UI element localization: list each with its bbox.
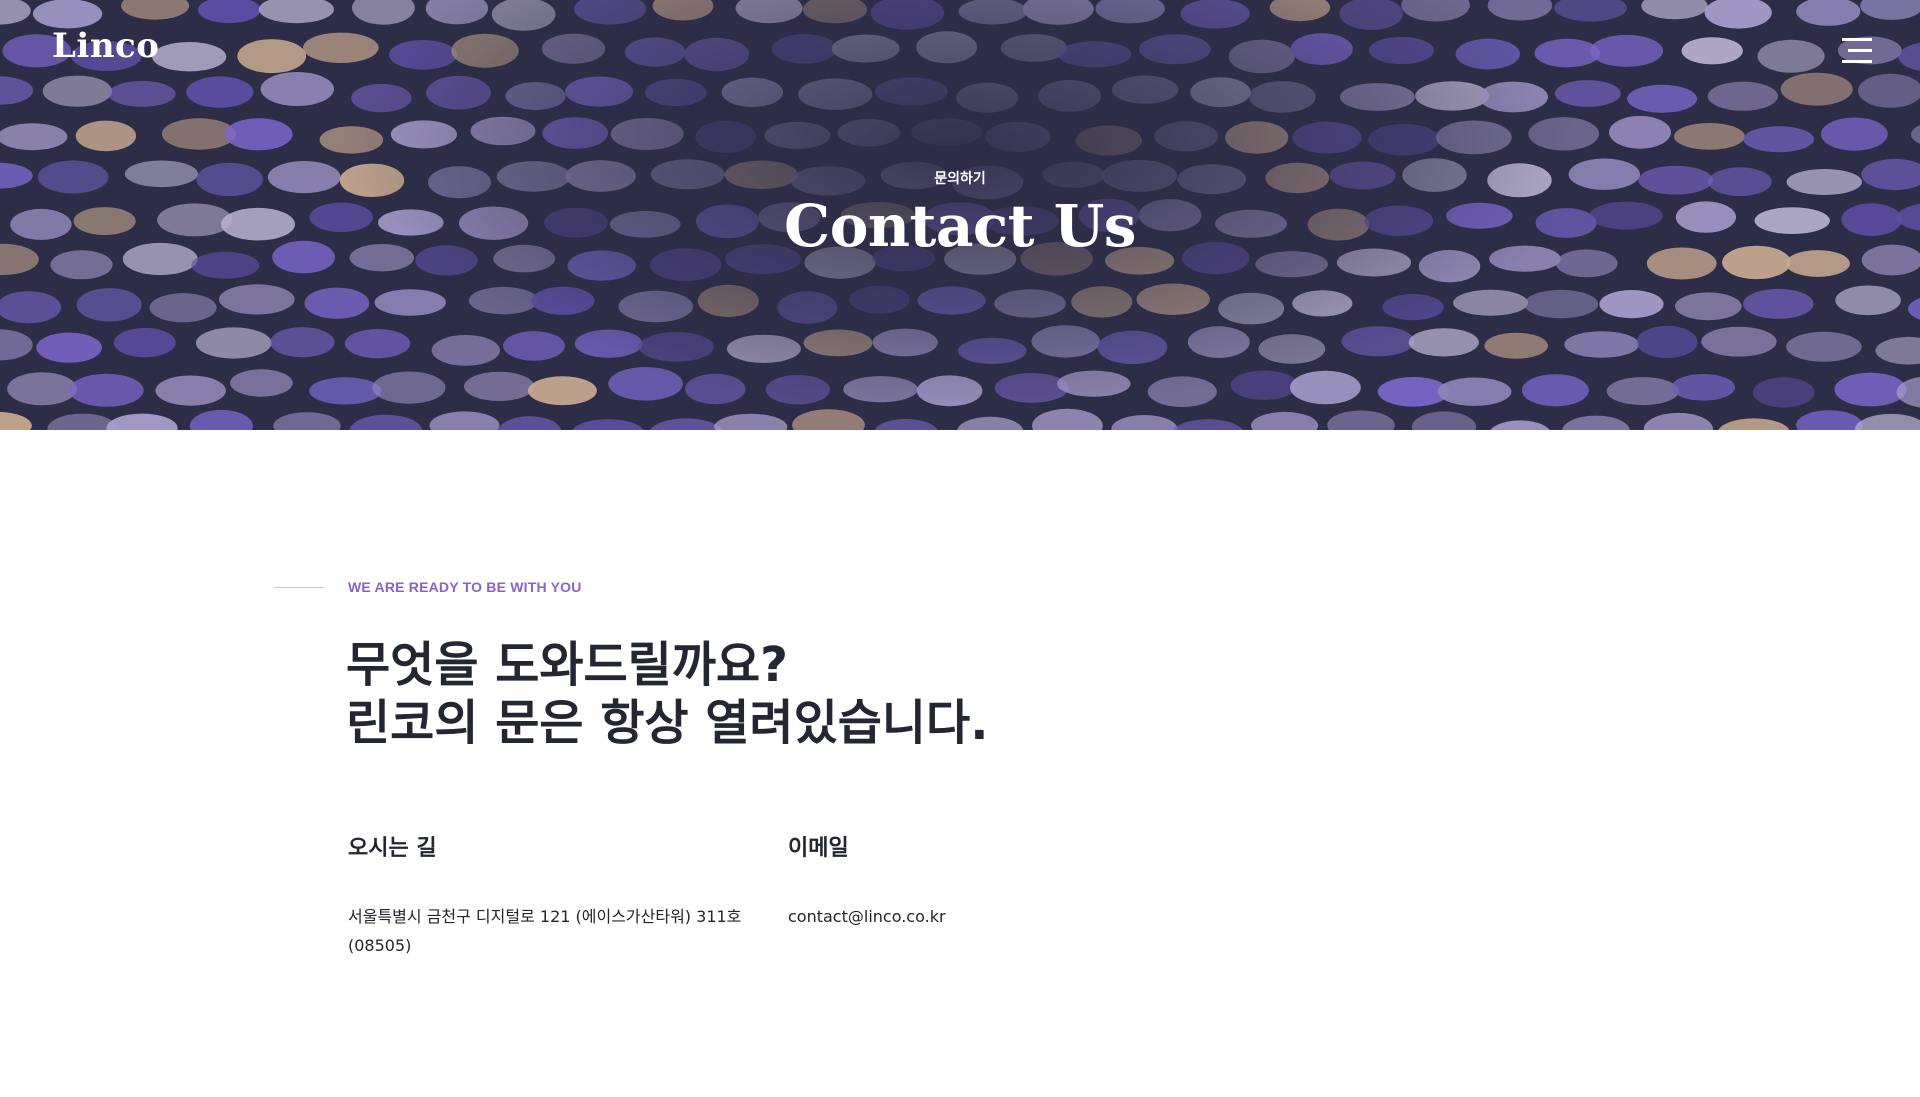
- site-logo[interactable]: Linco: [52, 26, 159, 66]
- email-text: contact@linco.co.kr: [788, 902, 1188, 931]
- address-postal-code: (08505): [348, 936, 412, 955]
- headline-line-1: 무엇을 도와드릴까요?: [346, 637, 788, 693]
- email-title: 이메일: [788, 836, 849, 861]
- address-line-1: 서울특별시 금천구 디지털로 121 (에이스가산타워) 311호: [348, 907, 742, 926]
- email-block: 이메일 contact@linco.co.kr: [788, 830, 1188, 931]
- email-link[interactable]: contact@linco.co.kr: [788, 907, 946, 926]
- section-eyebrow: WE ARE READY TO BE WITH YOU: [348, 579, 582, 595]
- address-block: 오시는 길 서울특별시 금천구 디지털로 121 (에이스가산타워) 311호 …: [348, 830, 748, 960]
- address-title: 오시는 길: [348, 836, 437, 861]
- page-title: Contact Us: [784, 192, 1136, 260]
- headline-line-2: 린코의 문은 항상 열려있습니다.: [346, 695, 989, 751]
- hero-banner: Linco 문의하기 Contact Us: [0, 0, 1920, 430]
- hero-subtitle: 문의하기: [934, 171, 986, 187]
- section-headline: 무엇을 도와드릴까요? 린코의 문은 항상 열려있습니다.: [346, 636, 988, 752]
- eyebrow-divider: [274, 587, 324, 588]
- address-text: 서울특별시 금천구 디지털로 121 (에이스가산타워) 311호 (08505…: [348, 902, 748, 960]
- hamburger-menu-icon[interactable]: [1838, 36, 1872, 66]
